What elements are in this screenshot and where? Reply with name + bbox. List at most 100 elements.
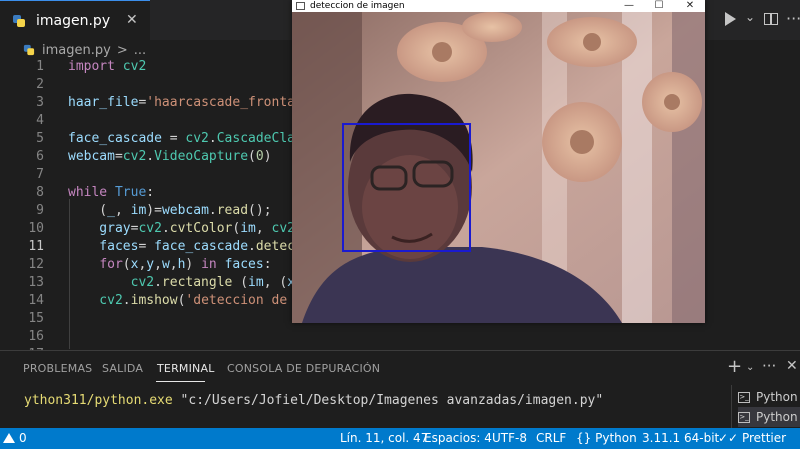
line-number: 6 [36, 149, 44, 164]
breadcrumb-separator: > [116, 42, 128, 58]
line-number: 7 [36, 167, 44, 182]
terminal-item-python-2[interactable]: >_ Python [738, 407, 800, 427]
prettier-status[interactable]: ✓✓ Prettier [718, 431, 786, 445]
terminal-item-label: Python [756, 390, 798, 404]
code-token: read [216, 203, 249, 218]
tab-terminal[interactable]: TERMINAL [157, 362, 215, 375]
more-actions-icon[interactable]: ··· [786, 9, 800, 28]
line-number: 4 [36, 113, 44, 128]
code-token: : [263, 257, 272, 272]
terminal-command: ython311/python.exe [24, 393, 181, 408]
webcam-frame [292, 12, 705, 323]
line-number: 2 [36, 77, 44, 92]
line-number: 5 [36, 131, 44, 146]
window-close-button[interactable]: ✕ [675, 0, 705, 12]
code-token: )= [146, 203, 162, 218]
language-mode[interactable]: {} Python [576, 431, 637, 445]
indentation[interactable]: Espacios: 4 [424, 431, 492, 445]
bottom-panel: PROBLEMAS SALIDA TERMINAL CONSOLA DE DEP… [0, 350, 800, 429]
code-token: faces [68, 239, 139, 254]
code-text: webcam=cv2.VideoCapture(0) [68, 148, 272, 166]
problems-indicator[interactable]: 0 [3, 431, 27, 445]
code-token: : [146, 185, 155, 200]
new-terminal-plus-icon[interactable]: + [727, 356, 742, 377]
run-play-icon[interactable] [725, 12, 736, 26]
code-token: ( [248, 149, 256, 164]
language-label: Python [595, 431, 637, 445]
tab-imagen-py[interactable]: imagen.py ✕ [0, 0, 150, 40]
code-token: rectangle [161, 275, 233, 290]
terminal-path: "c:/Users/Jofiel/Desktop/Imagenes avanza… [180, 393, 604, 408]
panel-more-icon[interactable]: ··· [762, 357, 776, 375]
terminal-dropdown-chevron-icon[interactable]: ⌄ [746, 362, 754, 373]
code-token: True [114, 185, 147, 200]
breadcrumb-symbols[interactable]: ... [134, 43, 146, 58]
panel-close-icon[interactable]: ✕ [786, 358, 798, 374]
terminal-list: >_ Python >_ Python [731, 385, 800, 429]
webcam-window[interactable]: deteccion de imagen — ☐ ✕ [292, 0, 705, 323]
code-token: cv2 [122, 59, 147, 74]
code-token: . [248, 239, 256, 254]
code-token: cv2 [138, 221, 162, 236]
webcam-window-titlebar[interactable]: deteccion de imagen — ☐ ✕ [292, 0, 705, 12]
code-token: cv2 [68, 293, 123, 308]
line-number: 9 [36, 203, 44, 218]
code-line[interactable]: 16 [0, 328, 800, 346]
code-token: = [161, 131, 186, 146]
prettier-label: Prettier [741, 431, 787, 445]
code-token: ( [68, 203, 108, 218]
code-token: ( [122, 257, 131, 272]
code-token: , [255, 221, 272, 236]
tab-problemas[interactable]: PROBLEMAS [23, 362, 92, 375]
code-token: (); [248, 203, 272, 218]
code-text: for(x,y,w,h) in faces: [68, 256, 272, 274]
split-editor-icon[interactable] [764, 13, 778, 25]
line-number: 13 [28, 275, 44, 290]
line-number: 12 [28, 257, 44, 272]
code-token: face_cascade [154, 239, 249, 254]
code-token: im [240, 221, 256, 236]
line-number: 1 [36, 59, 44, 74]
cursor-position[interactable]: Lín. 11, col. 47 [340, 431, 428, 445]
code-token: . [154, 275, 162, 290]
code-text: (_, im)=webcam.read(); [68, 202, 272, 220]
face-detection-rectangle [342, 123, 471, 252]
terminal-item-python-1[interactable]: >_ Python [738, 387, 798, 407]
code-token: faces [224, 257, 264, 272]
code-token: = [114, 149, 123, 164]
code-token: ) [263, 149, 272, 164]
breadcrumb-file[interactable]: imagen.py [42, 43, 111, 58]
encoding[interactable]: UTF-8 [492, 431, 527, 445]
line-ending[interactable]: CRLF [536, 431, 566, 445]
code-token: ) [185, 257, 202, 272]
terminal-icon: >_ [738, 411, 750, 423]
tab-close-icon[interactable]: ✕ [126, 12, 138, 28]
braces-icon: {} [576, 431, 592, 445]
terminal-output[interactable]: ython311/python.exe "c:/Users/Jofiel/Des… [24, 393, 603, 408]
breadcrumb: imagen.py > ... [0, 40, 146, 60]
run-dropdown-chevron-icon[interactable]: ⌄ [745, 10, 755, 24]
code-token: cvtColor [169, 221, 233, 236]
code-token: , [114, 203, 131, 218]
code-token: , ( [263, 275, 288, 290]
code-token: import [68, 59, 123, 74]
active-tab-indicator [156, 381, 205, 382]
code-token: . [161, 221, 170, 236]
code-token: . [146, 149, 155, 164]
code-token: VideoCapture [154, 149, 249, 164]
maximize-button[interactable]: ☐ [644, 0, 674, 12]
tab-salida[interactable]: SALIDA [102, 362, 143, 375]
tab-consola-depuracion[interactable]: CONSOLA DE DEPURACIÓN [227, 362, 380, 375]
code-token: im [248, 275, 264, 290]
python-interpreter[interactable]: 3.11.1 64-bit [642, 431, 719, 445]
code-token: imshow [130, 293, 178, 308]
line-number: 10 [28, 221, 44, 236]
code-token: 0 [255, 149, 264, 164]
code-token: w [161, 257, 170, 272]
line-number: 3 [36, 95, 44, 110]
minimize-button[interactable]: — [614, 0, 644, 12]
code-token: y [146, 257, 155, 272]
code-token: cv2 [68, 275, 155, 290]
line-number: 14 [28, 293, 44, 308]
